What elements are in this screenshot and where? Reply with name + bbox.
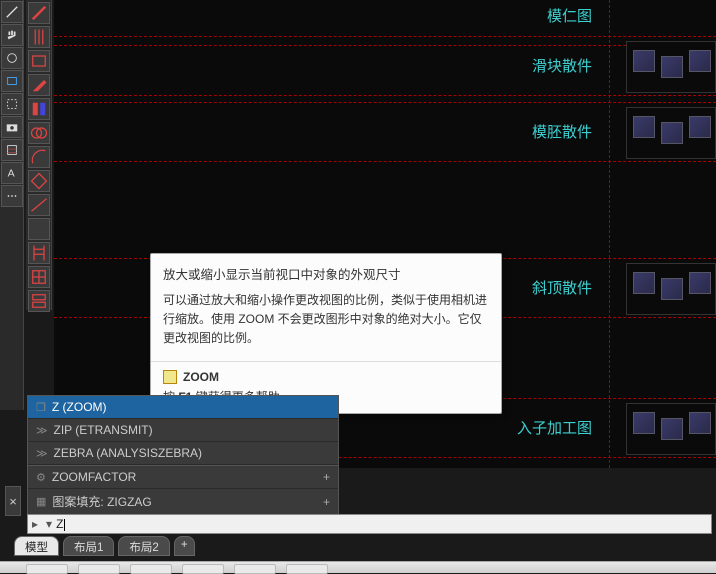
primary-toolbar: A bbox=[0, 0, 24, 410]
tool2-arc[interactable] bbox=[28, 146, 50, 168]
autocomplete-item[interactable]: ⚙ ZOOMFACTOR + bbox=[28, 466, 338, 489]
autocomplete-label: ZOOMFACTOR bbox=[52, 470, 136, 484]
os-taskbar bbox=[0, 561, 716, 573]
tool2-bolt[interactable] bbox=[28, 194, 50, 216]
drawing-thumbnail bbox=[626, 107, 716, 159]
tool2-none[interactable] bbox=[28, 218, 50, 240]
cmd-prompt-icon: ▸ bbox=[28, 517, 42, 531]
tool2-circles[interactable] bbox=[28, 122, 50, 144]
expand-icon[interactable]: + bbox=[323, 495, 330, 509]
cube-icon: ❒ bbox=[36, 401, 46, 414]
tool2-diag[interactable] bbox=[28, 2, 50, 24]
chev-icon: ≫ bbox=[36, 424, 48, 437]
cmd-caret bbox=[64, 519, 65, 531]
section-label: 模仁图 bbox=[547, 5, 592, 26]
cmd-dropdown-icon[interactable]: ▾ bbox=[42, 517, 56, 531]
tool-rect[interactable] bbox=[1, 70, 23, 92]
expand-icon[interactable]: + bbox=[323, 470, 330, 484]
tool2-stack[interactable] bbox=[28, 290, 50, 312]
tool-line[interactable] bbox=[1, 1, 23, 23]
section-label: 滑块散件 bbox=[532, 55, 592, 76]
secondary-toolbar bbox=[26, 0, 52, 310]
section-label: 斜顶散件 bbox=[532, 277, 592, 298]
command-tooltip: 放大或缩小显示当前视口中对象的外观尺寸 可以通过放大和缩小操作更改视图的比例，类… bbox=[150, 253, 502, 414]
autocomplete-label: ZIP (ETRANSMIT) bbox=[54, 423, 153, 437]
cmd-text: Z bbox=[56, 517, 63, 531]
section-label: 模胚散件 bbox=[532, 121, 592, 142]
autocomplete-item[interactable]: ▦ 图案填充: ZIGZAG + bbox=[28, 489, 338, 515]
tooltip-title: 放大或缩小显示当前视口中对象的外观尺寸 bbox=[151, 254, 501, 291]
tooltip-body: 可以通过放大和缩小操作更改视图的比例，类似于使用相机进行缩放。使用 ZOOM 不… bbox=[151, 291, 501, 361]
tool-more[interactable] bbox=[1, 185, 23, 207]
tool2-vlines[interactable] bbox=[28, 26, 50, 48]
close-icon: × bbox=[9, 494, 17, 509]
autocomplete-label: Z (ZOOM) bbox=[52, 400, 107, 414]
command-line[interactable]: ▸ ▾ Z bbox=[27, 514, 712, 534]
add-tab-button[interactable]: + bbox=[174, 536, 195, 556]
tool-hand[interactable] bbox=[1, 24, 23, 46]
tool-circle[interactable] bbox=[1, 47, 23, 69]
chev-icon: ≫ bbox=[36, 447, 48, 460]
tool-text[interactable]: A bbox=[1, 162, 23, 184]
tool2-grid[interactable] bbox=[28, 266, 50, 288]
autocomplete-label: ZEBRA (ANALYSISZEBRA) bbox=[54, 446, 202, 460]
command-autocomplete: ❒ Z (ZOOM) ≫ ZIP (ETRANSMIT) ≫ ZEBRA (ANALYSI… bbox=[27, 395, 339, 516]
tool2-ladder[interactable] bbox=[28, 242, 50, 264]
autocomplete-item[interactable]: ≫ ZEBRA (ANALYSISZEBRA) bbox=[28, 442, 338, 465]
drawing-thumbnail bbox=[626, 41, 716, 93]
tool-crop[interactable] bbox=[1, 93, 23, 115]
tool-hatch[interactable] bbox=[1, 139, 23, 161]
zoom-command-icon bbox=[163, 370, 177, 384]
drawing-section: 模胚散件 bbox=[54, 102, 716, 162]
autocomplete-item[interactable]: ≫ ZIP (ETRANSMIT) bbox=[28, 419, 338, 442]
autocomplete-label: 图案填充: ZIGZAG bbox=[52, 493, 151, 510]
layout-tab[interactable]: 模型 bbox=[14, 536, 59, 556]
var-icon: ⚙ bbox=[36, 471, 46, 484]
tooltip-command: ZOOM bbox=[183, 370, 219, 384]
drawing-thumbnail bbox=[626, 263, 716, 315]
layout-tab[interactable]: 布局2 bbox=[118, 536, 169, 556]
tool2-bars[interactable] bbox=[28, 98, 50, 120]
section-label: 入子加工图 bbox=[517, 417, 592, 438]
tool-camera[interactable] bbox=[1, 116, 23, 138]
tool2-rect-red[interactable] bbox=[28, 50, 50, 72]
hatch-icon: ▦ bbox=[36, 495, 46, 508]
svg-text:A: A bbox=[8, 168, 15, 180]
layout-tab[interactable]: 布局1 bbox=[63, 536, 114, 556]
drawing-section: 滑块散件 bbox=[54, 36, 716, 96]
layout-tabs: 模型布局1布局2+ bbox=[14, 536, 195, 556]
tool2-pencil[interactable] bbox=[28, 74, 50, 96]
autocomplete-item[interactable]: ❒ Z (ZOOM) bbox=[28, 396, 338, 419]
drawing-thumbnail bbox=[626, 403, 716, 455]
panel-close-handle[interactable]: × bbox=[5, 486, 21, 516]
tool2-diamond[interactable] bbox=[28, 170, 50, 192]
